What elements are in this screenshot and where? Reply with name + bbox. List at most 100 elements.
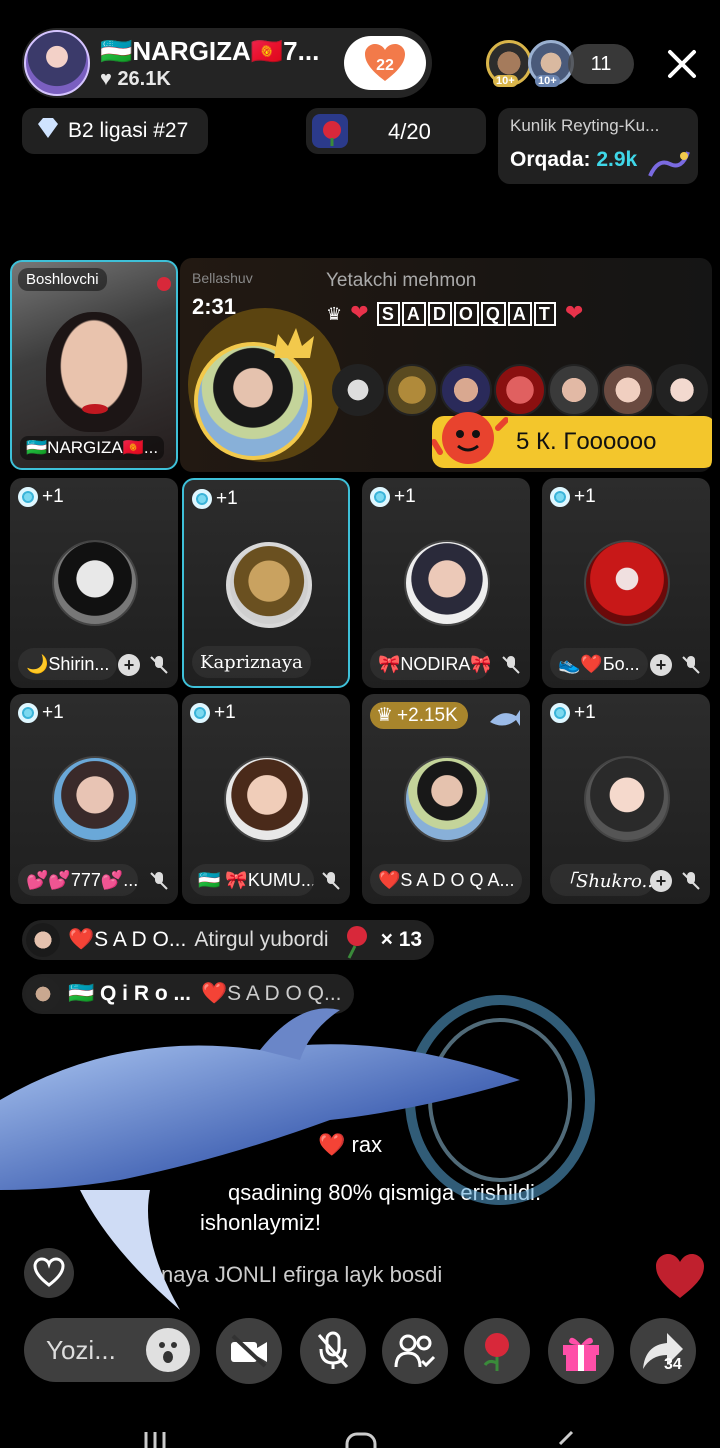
seat-score-badge: +1: [190, 702, 236, 724]
add-icon[interactable]: +: [650, 654, 672, 676]
seat-score-badge: +1: [18, 702, 64, 724]
mic-muted-icon[interactable]: [320, 870, 342, 892]
chat-gift-message[interactable]: ❤️S A D O... Atirgul yubordi × 13: [22, 920, 435, 960]
guest-avatar[interactable]: [224, 756, 310, 842]
home-icon[interactable]: [344, 1430, 378, 1448]
gift-button[interactable]: [548, 1318, 614, 1384]
seat-score: +1: [216, 488, 238, 509]
gift-goal-progress: 4/20: [388, 119, 431, 144]
score-dot-icon: [192, 489, 212, 509]
score-dot-icon: [18, 487, 38, 507]
daily-rating-badge[interactable]: Kunlik Reyting-Ku... Orqada: 2.9k: [498, 108, 698, 184]
chat-message-text: Atirgul yubordi: [194, 928, 329, 951]
mic-muted-icon[interactable]: [148, 870, 170, 892]
score-dot-icon: [550, 703, 570, 723]
leader-name-letter: D: [427, 302, 452, 326]
recent-apps-icon[interactable]: [140, 1430, 170, 1448]
chat-user-avatar[interactable]: [26, 923, 60, 957]
guest-seat[interactable]: +1 🌙Shirin... +: [10, 478, 178, 688]
guest-seat[interactable]: +1 👟❤️Бо... +: [542, 478, 710, 688]
top-viewers[interactable]: 10+ 10+: [486, 40, 576, 90]
rose-icon: [483, 1333, 509, 1371]
leader-name-letter: T: [533, 302, 556, 326]
chat-user-avatar[interactable]: [26, 977, 60, 1011]
leader-name-letter: O: [453, 302, 479, 326]
guest-seat[interactable]: +1 🎀NODIRA🎀: [362, 478, 530, 688]
participant-avatar[interactable]: [656, 364, 708, 416]
host-seat[interactable]: Boshlovchi 🇺🇿NARGIZA🇰🇬...: [10, 260, 178, 470]
guest-avatar[interactable]: [584, 540, 670, 626]
rose-gift-button[interactable]: [464, 1318, 530, 1384]
guest-avatar[interactable]: [404, 756, 490, 842]
top-viewer-avatar[interactable]: 10+: [486, 40, 532, 87]
seat-score: +1: [574, 702, 596, 723]
viewer-level-badge: 10+: [493, 75, 518, 87]
participant-avatar[interactable]: [602, 364, 654, 416]
league-badge[interactable]: B2 ligasi #27: [22, 108, 208, 154]
crown-icon: ♛: [376, 705, 394, 726]
heart-icon: ♥: [100, 68, 112, 90]
battle-banner[interactable]: Bellashuv 2:31 Yetakchi mehmon ♛ ❤ SADOQ…: [180, 258, 712, 472]
guest-avatar[interactable]: [584, 756, 670, 842]
viewer-count-button[interactable]: 11: [568, 44, 634, 84]
guests-button[interactable]: [382, 1318, 448, 1384]
guest-seat[interactable]: +1 🇺🇿 🎀KUMU...: [182, 694, 350, 904]
follow-button[interactable]: 22: [344, 36, 426, 90]
like-button[interactable]: [24, 1248, 74, 1298]
seat-score-badge: +1: [550, 702, 596, 724]
promo-banner[interactable]: 5 К. Гoooooo: [432, 412, 712, 468]
chat-username: 🇺🇿 Q i R o ...: [68, 982, 191, 1005]
seat-score-badge: +1: [192, 488, 238, 510]
chat-message-fragment: ❤️ rax: [318, 1132, 383, 1157]
guest-name: 🎀NODIRA🎀: [370, 648, 490, 680]
emoji-icon: [159, 1342, 177, 1363]
guest-avatar[interactable]: [52, 540, 138, 626]
share-count: 34: [664, 1356, 682, 1373]
participant-avatar[interactable]: [386, 364, 438, 416]
close-icon[interactable]: [660, 42, 704, 86]
battle-label: Bellashuv: [192, 270, 253, 286]
emoji-button[interactable]: [146, 1328, 190, 1372]
score-dot-icon: [370, 487, 390, 507]
back-icon[interactable]: [548, 1430, 578, 1448]
gift-goal-badge[interactable]: 4/20: [306, 108, 486, 154]
add-icon[interactable]: +: [650, 870, 672, 892]
fan-club-count: 22: [376, 57, 394, 74]
add-icon[interactable]: +: [118, 654, 140, 676]
guest-avatar[interactable]: [226, 542, 312, 628]
seat-score: +2.15K: [397, 704, 458, 726]
mic-muted-icon[interactable]: [148, 654, 170, 676]
guest-seat[interactable]: +1 💕💕777💕...: [10, 694, 178, 904]
seat-score-badge: +1: [370, 486, 416, 508]
camera-off-button[interactable]: [216, 1318, 282, 1384]
leader-name-letter: A: [401, 302, 426, 326]
guest-seat[interactable]: +1 Kapriznaya: [182, 478, 350, 688]
host-role-label: Boshlovchi: [18, 268, 107, 291]
leader-title: Yetakchi mehmon: [326, 270, 477, 291]
guest-seat[interactable]: ♛ +2.15K ❤️S A D O Q A...: [362, 694, 530, 904]
mic-muted-icon[interactable]: [500, 654, 522, 676]
guest-avatar[interactable]: [404, 540, 490, 626]
mic-muted-icon[interactable]: [680, 870, 702, 892]
host-info-pill[interactable]: 🇺🇿NARGIZA🇰🇬7... ♥ 26.1K 22: [22, 28, 432, 98]
mic-muted-icon[interactable]: [680, 654, 702, 676]
score-dot-icon: [190, 703, 210, 723]
guest-name: 💕💕777💕...: [18, 864, 138, 896]
host-seat-name: 🇺🇿NARGIZA🇰🇬...: [20, 436, 165, 460]
guest-name: 「Shukro...: [550, 864, 654, 896]
seat-score-badge: +1: [18, 486, 64, 508]
users-icon: [394, 1334, 436, 1368]
floating-heart-icon: [656, 1254, 704, 1298]
participant-avatar[interactable]: [332, 364, 384, 416]
chat-join-message[interactable]: 🇺🇿 Q i R o ... ❤️S A D O Q...: [22, 974, 354, 1014]
host-avatar[interactable]: [24, 30, 90, 96]
host-likes-count: 26.1K: [117, 68, 171, 90]
gift-box-icon: [563, 1337, 599, 1371]
guest-avatar[interactable]: [52, 756, 138, 842]
share-button[interactable]: [630, 1318, 696, 1384]
participant-avatar[interactable]: [548, 364, 600, 416]
heart-icon: ❤: [565, 300, 585, 325]
camera-off-icon: [231, 1334, 267, 1368]
guest-seat[interactable]: +1 「Shukro... +: [542, 694, 710, 904]
mic-off-button[interactable]: [300, 1318, 366, 1384]
